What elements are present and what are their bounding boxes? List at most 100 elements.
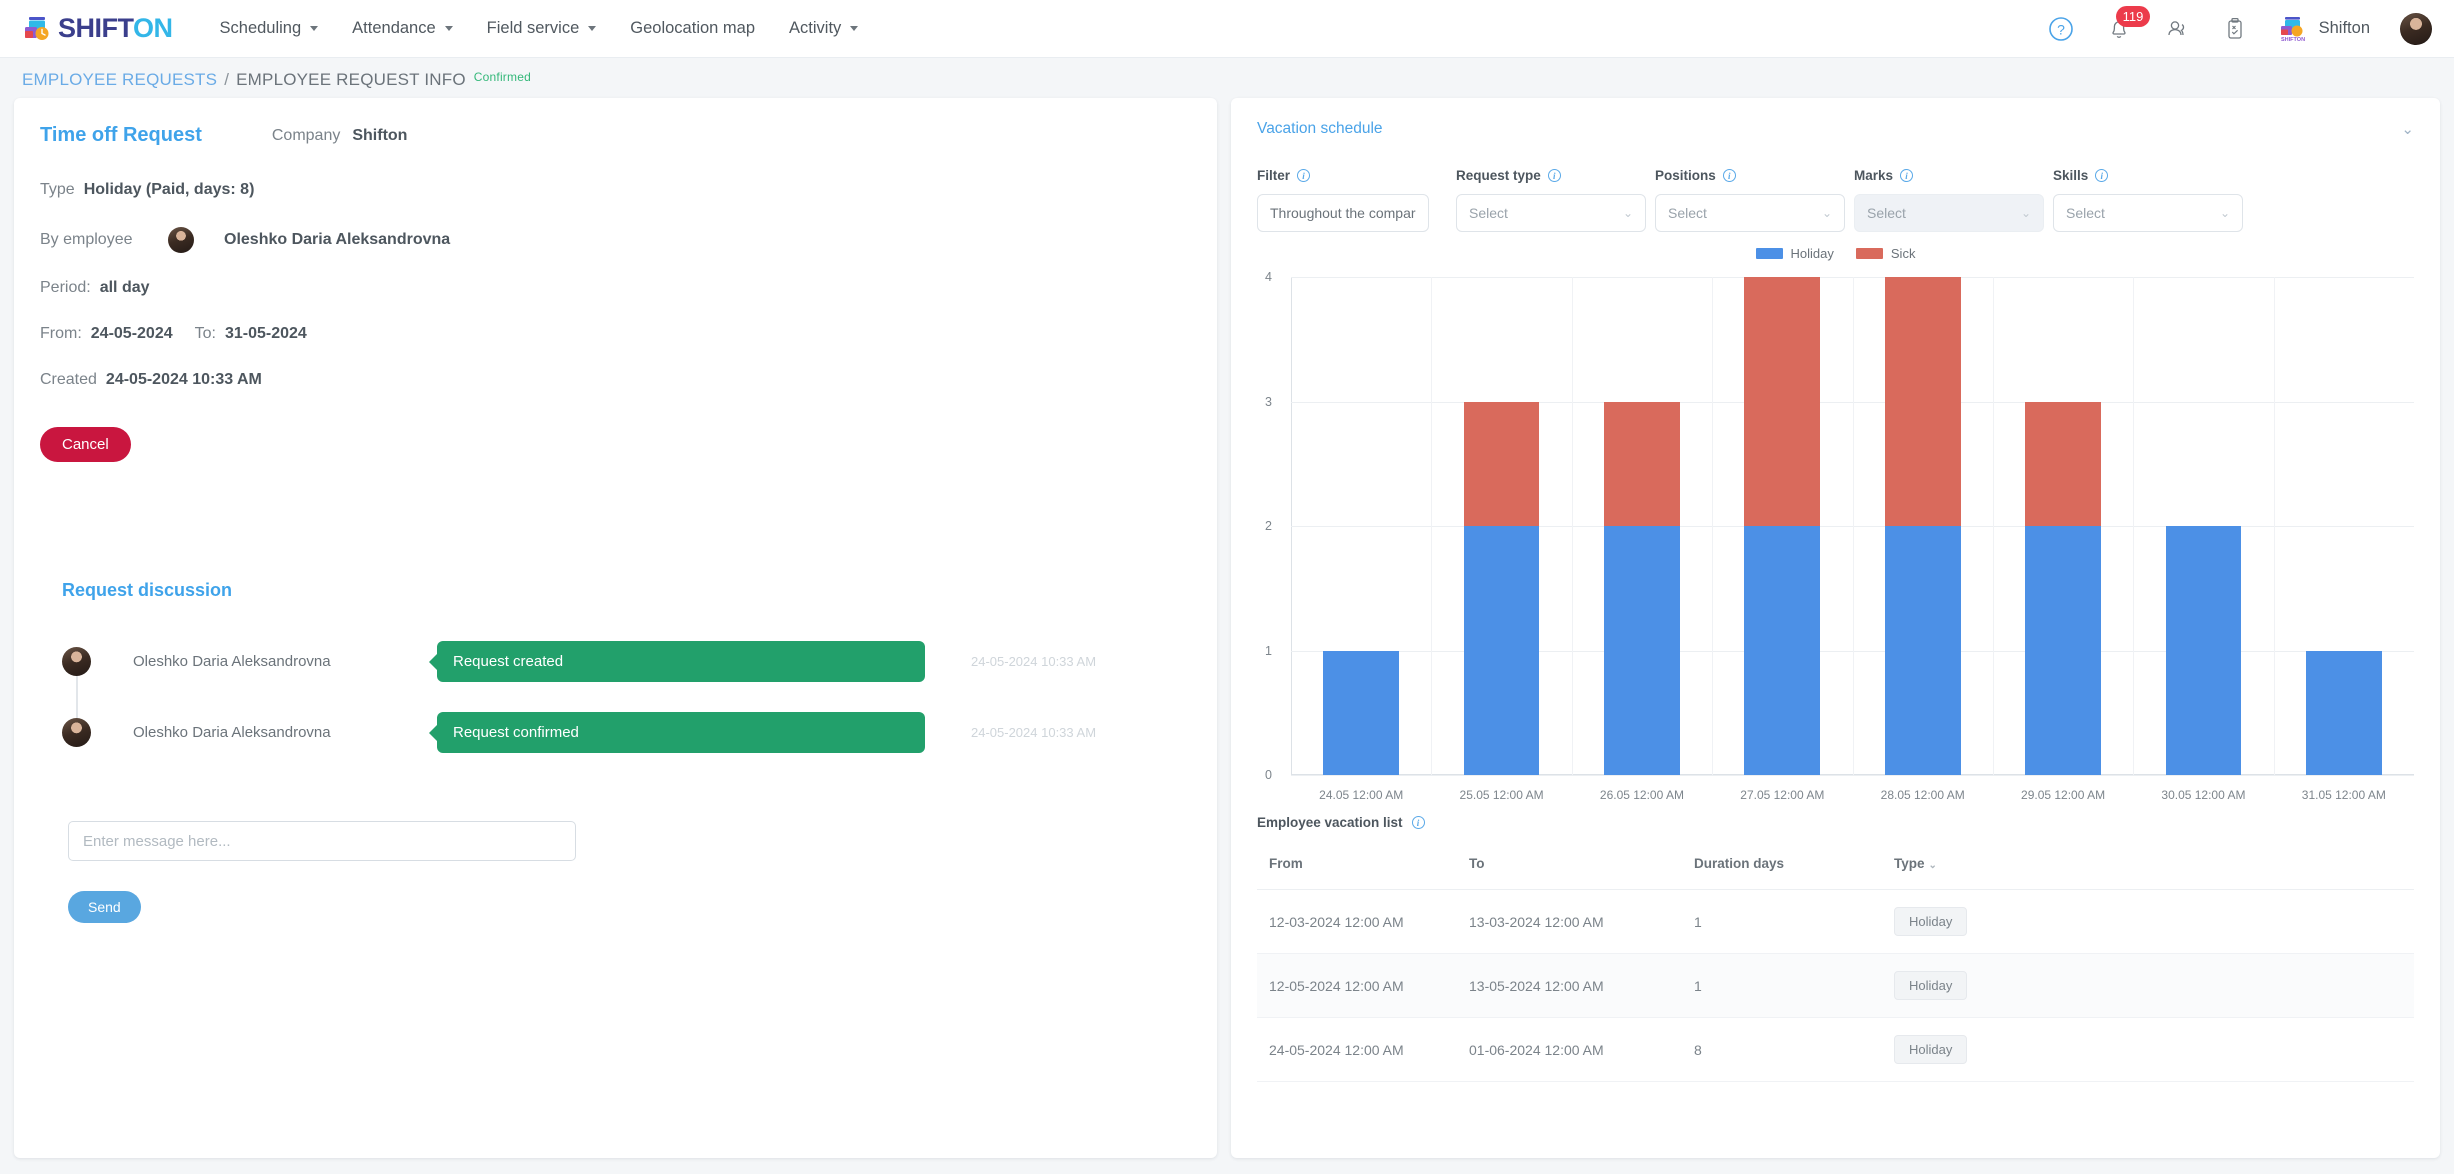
filter-group-skills: Skills i Select ⌄ xyxy=(2053,168,2243,232)
filter-group-positions: Positions i Select ⌄ xyxy=(1655,168,1845,232)
message-item: Oleshko Daria Aleksandrovna Request conf… xyxy=(62,712,1191,753)
cell-to: 13-05-2024 12:00 AM xyxy=(1457,954,1682,1018)
employee-name: Oleshko Daria Aleksandrovna xyxy=(224,231,450,249)
chart-bar-segment-holiday[interactable] xyxy=(2166,526,2242,775)
chart-bar-stack xyxy=(2166,277,2242,775)
chart-bar-stack xyxy=(2306,277,2382,775)
top-navigation-bar: SHIFTON Scheduling Attendance Field serv… xyxy=(0,0,2454,58)
type-chip: Holiday xyxy=(1894,1035,1967,1064)
chart-bar-segment-holiday[interactable] xyxy=(1744,526,1820,775)
chart-bar-segment-holiday[interactable] xyxy=(2025,526,2101,775)
info-icon[interactable]: i xyxy=(1900,169,1913,182)
brand-logo[interactable]: SHIFTON xyxy=(22,13,173,44)
filter-bar: Filter i Throughout the compar Request t… xyxy=(1257,168,2414,232)
employee-label: By employee xyxy=(40,231,140,249)
chart-x-tick-label: 26.05 12:00 AM xyxy=(1572,779,1712,809)
legend-label-sick: Sick xyxy=(1891,246,1916,261)
column-header-type[interactable]: Type⌄ xyxy=(1882,846,2414,890)
filter-select-skills[interactable]: Select ⌄ xyxy=(2053,194,2243,232)
nav-item-field-service[interactable]: Field service xyxy=(470,13,614,44)
chart-bar-slot[interactable] xyxy=(2274,277,2414,775)
filter-select-filter[interactable]: Throughout the compar xyxy=(1257,194,1429,232)
page-title: Time off Request xyxy=(40,124,202,147)
info-icon[interactable]: i xyxy=(1412,816,1425,829)
chart-bar-segment-sick[interactable] xyxy=(1744,277,1820,526)
table-row[interactable]: 24-05-2024 12:00 AM01-06-2024 12:00 AM8H… xyxy=(1257,1018,2414,1082)
table-body: 12-03-2024 12:00 AM13-03-2024 12:00 AM1H… xyxy=(1257,890,2414,1082)
chart-bar-segment-holiday[interactable] xyxy=(2306,651,2382,776)
filter-label-text: Request type xyxy=(1456,168,1541,183)
company-switcher[interactable]: SHIFTON Shifton xyxy=(2279,16,2370,42)
brand-wordmark: SHIFTON xyxy=(58,13,173,44)
nav-label-activity: Activity xyxy=(789,19,841,38)
message-bubble: Request created xyxy=(437,641,925,682)
info-icon[interactable]: i xyxy=(1297,169,1310,182)
svg-text:SHIFTON: SHIFTON xyxy=(2281,37,2305,42)
cell-type: Holiday xyxy=(1882,1018,2414,1082)
chart-bar-slot[interactable] xyxy=(1993,277,2133,775)
info-icon[interactable]: i xyxy=(2095,169,2108,182)
column-header-to[interactable]: To xyxy=(1457,846,1682,890)
company-label: Company xyxy=(272,127,340,144)
filter-select-request-type[interactable]: Select ⌄ xyxy=(1456,194,1646,232)
notifications-bell-icon[interactable]: 119 xyxy=(2105,15,2133,43)
column-header-from[interactable]: From xyxy=(1257,846,1457,890)
type-chip: Holiday xyxy=(1894,971,1967,1000)
chart-x-tick-label: 31.05 12:00 AM xyxy=(2274,779,2414,809)
nav-item-scheduling[interactable]: Scheduling xyxy=(203,13,336,44)
tasks-clipboard-icon[interactable] xyxy=(2221,15,2249,43)
chart-y-tick-label: 0 xyxy=(1265,768,1272,782)
column-header-duration[interactable]: Duration days xyxy=(1682,846,1882,890)
vacation-bar-chart: 01234 24.05 12:00 AM25.05 12:00 AM26.05 … xyxy=(1257,269,2414,809)
type-chip: Holiday xyxy=(1894,907,1967,936)
nav-item-geolocation-map[interactable]: Geolocation map xyxy=(613,13,772,44)
help-icon[interactable]: ? xyxy=(2047,15,2075,43)
to-value: 31-05-2024 xyxy=(225,325,307,343)
panel-header: Time off Request CompanyShifton xyxy=(40,124,1191,147)
breadcrumb-employee-requests[interactable]: EMPLOYEE REQUESTS xyxy=(22,70,217,90)
legend-item-holiday[interactable]: Holiday xyxy=(1756,246,1834,261)
chart-bar-slot[interactable] xyxy=(1431,277,1571,775)
user-avatar[interactable] xyxy=(2400,13,2432,45)
created-value: 24-05-2024 10:33 AM xyxy=(106,371,262,389)
filter-select-marks[interactable]: Select ⌄ xyxy=(1854,194,2044,232)
info-icon[interactable]: i xyxy=(1548,169,1561,182)
cancel-button[interactable]: Cancel xyxy=(40,427,131,462)
avatar xyxy=(62,718,91,747)
chart-bar-segment-holiday[interactable] xyxy=(1323,651,1399,776)
nav-item-activity[interactable]: Activity xyxy=(772,13,875,44)
chart-bar-slot[interactable] xyxy=(1853,277,1993,775)
table-row[interactable]: 12-05-2024 12:00 AM13-05-2024 12:00 AM1H… xyxy=(1257,954,2414,1018)
filter-select-value: Select xyxy=(1668,205,1707,221)
brand-text-on: ON xyxy=(133,13,173,43)
chart-bar-segment-holiday[interactable] xyxy=(1464,526,1540,775)
chart-bar-segment-sick[interactable] xyxy=(1885,277,1961,526)
chevron-down-icon[interactable]: ⌄ xyxy=(2401,120,2414,138)
message-input[interactable] xyxy=(68,821,576,861)
filter-group-request-type: Request type i Select ⌄ xyxy=(1456,168,1646,232)
employees-icon[interactable] xyxy=(2163,15,2191,43)
chart-bar-slot[interactable] xyxy=(1291,277,1431,775)
chart-bar-segment-sick[interactable] xyxy=(2025,402,2101,527)
table-row[interactable]: 12-03-2024 12:00 AM13-03-2024 12:00 AM1H… xyxy=(1257,890,2414,954)
chart-bar-segment-holiday[interactable] xyxy=(1604,526,1680,775)
created-label: Created xyxy=(40,371,97,389)
chart-x-tick-label: 29.05 12:00 AM xyxy=(1993,779,2133,809)
chart-bar-segment-sick[interactable] xyxy=(1604,402,1680,527)
chart-bar-slot[interactable] xyxy=(1572,277,1712,775)
chart-bar-slot[interactable] xyxy=(2133,277,2273,775)
chart-bar-slot[interactable] xyxy=(1712,277,1852,775)
employee-field: By employee Oleshko Daria Aleksandrovna xyxy=(40,227,1191,253)
notification-count-badge: 119 xyxy=(2116,6,2151,27)
nav-item-attendance[interactable]: Attendance xyxy=(335,13,469,44)
time-off-request-panel: Time off Request CompanyShifton Type Hol… xyxy=(14,98,1217,1158)
send-button[interactable]: Send xyxy=(68,891,141,923)
filter-label: Skills i xyxy=(2053,168,2243,183)
chart-bar-segment-holiday[interactable] xyxy=(1885,526,1961,775)
vacation-schedule-title[interactable]: Vacation schedule xyxy=(1257,120,1383,138)
legend-item-sick[interactable]: Sick xyxy=(1856,246,1916,261)
chevron-down-icon: ⌄ xyxy=(1929,860,1937,871)
info-icon[interactable]: i xyxy=(1723,169,1736,182)
chart-bar-segment-sick[interactable] xyxy=(1464,402,1540,527)
filter-select-positions[interactable]: Select ⌄ xyxy=(1655,194,1845,232)
